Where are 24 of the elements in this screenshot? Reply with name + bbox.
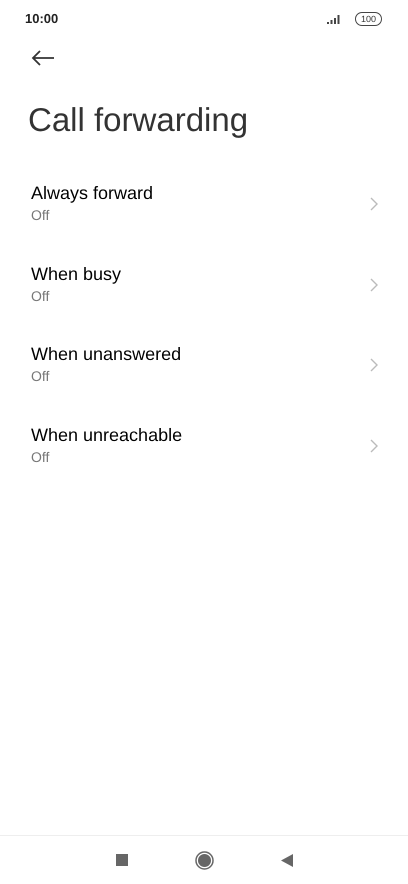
settings-row[interactable]: When unanswered Off: [0, 325, 408, 406]
square-nav-icon[interactable]: [116, 854, 128, 866]
status-time: 10:00: [25, 10, 58, 28]
home-nav-icon[interactable]: [194, 850, 214, 870]
row-value: Off: [31, 286, 50, 305]
row-value: Off: [31, 448, 50, 466]
settings-row[interactable]: When busy Off: [0, 244, 408, 325]
row-value: Off: [31, 206, 50, 224]
chevron-icon: [370, 197, 378, 212]
row-title: When unreachable: [31, 424, 182, 446]
settings-row[interactable]: When unreachable Off: [0, 406, 408, 486]
signal-icon: [326, 14, 342, 24]
row-value: Off: [31, 367, 50, 386]
chevron-icon: [370, 278, 378, 292]
settings-row[interactable]: Always forward Off: [0, 164, 408, 244]
row-title: When busy: [31, 262, 122, 285]
row-title: When unanswered: [31, 343, 182, 366]
page-title: Call forwarding: [27, 100, 250, 140]
chevron-icon: [370, 358, 378, 372]
back-nav-icon[interactable]: [280, 854, 292, 866]
chevron-icon: [370, 438, 378, 453]
battery-level: 100: [354, 12, 382, 26]
row-title: Always forward: [31, 182, 154, 204]
back-arrow-icon[interactable]: [31, 50, 55, 66]
